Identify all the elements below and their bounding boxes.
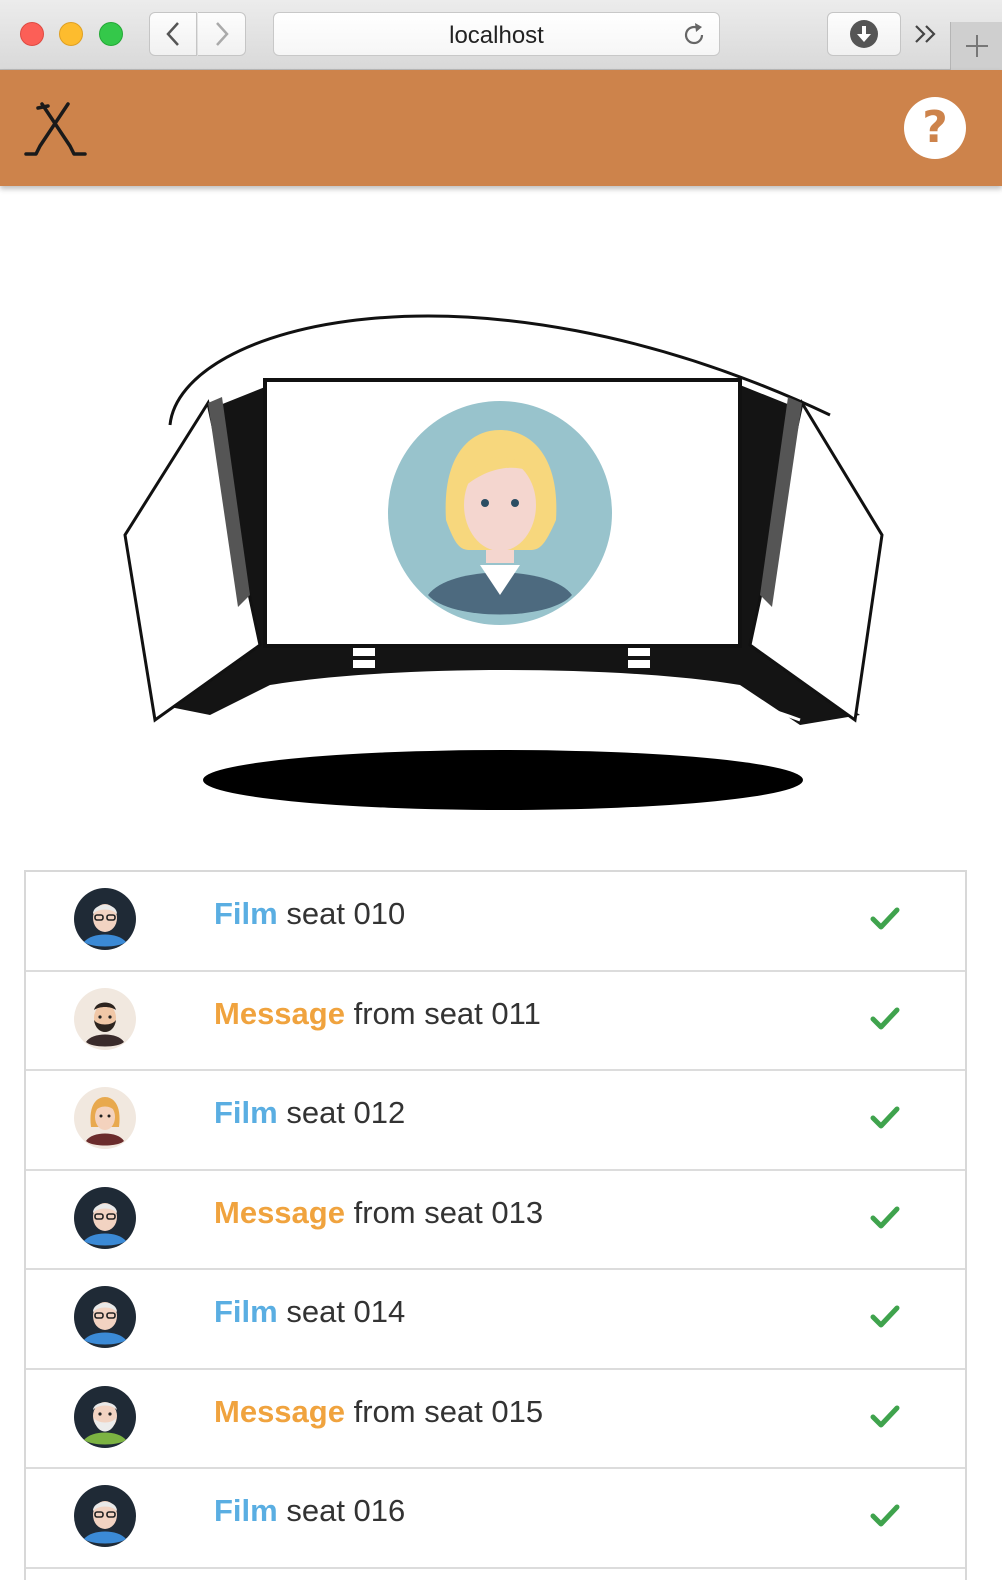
- jumbotron-illustration: [123, 314, 884, 810]
- bearded-older-man-avatar-icon: [74, 1385, 136, 1448]
- minimize-window-button[interactable]: [59, 22, 83, 46]
- list-item[interactable]: Film seat 016: [26, 1469, 965, 1569]
- checkmark-icon: [870, 907, 900, 930]
- download-icon: [850, 20, 878, 48]
- row-seat-text: from seat 011: [344, 995, 541, 1031]
- older-man-glasses-avatar-icon: [74, 888, 136, 950]
- row-label: Film seat 016: [214, 1493, 405, 1529]
- older-man-glasses-avatar-icon: [74, 1186, 136, 1249]
- checkmark-icon: [870, 1007, 900, 1029]
- url-text: localhost: [449, 22, 544, 49]
- row-kind-label: Film: [214, 1294, 278, 1329]
- chevron-left-icon: [166, 22, 179, 46]
- row-kind-label: Film: [214, 1493, 278, 1528]
- checkmark-icon: [870, 1405, 900, 1427]
- row-seat-text: seat 012: [277, 1095, 406, 1130]
- checkmark-icon: [870, 1305, 900, 1328]
- row-kind-label: Film: [214, 1095, 278, 1130]
- list-item[interactable]: Film seat 014: [26, 1270, 965, 1370]
- list-item[interactable]: Message from seat 013: [26, 1171, 965, 1270]
- row-kind-label: Message: [214, 1194, 345, 1230]
- row-label: Film seat 010: [214, 896, 405, 932]
- row-label: Message from seat 011: [214, 996, 541, 1032]
- forward-button[interactable]: [198, 12, 246, 56]
- row-label: Film seat 014: [214, 1294, 405, 1330]
- row-label: Message from seat 015: [214, 1394, 543, 1430]
- new-tab-button[interactable]: [950, 22, 1002, 70]
- help-button[interactable]: ?: [904, 97, 966, 159]
- close-window-button[interactable]: [20, 22, 44, 46]
- row-seat-text: from seat 013: [344, 1194, 544, 1230]
- zoom-window-button[interactable]: [99, 22, 123, 46]
- list-item[interactable]: Film seat 012: [26, 1071, 965, 1171]
- older-man-glasses-avatar-icon: [74, 1485, 136, 1547]
- seat-request-list: Film seat 010 Message from seat 011 Film…: [24, 870, 967, 1580]
- checkmark-icon: [870, 1206, 900, 1228]
- row-seat-text: seat 014: [277, 1294, 406, 1329]
- row-label: Message from seat 013: [214, 1195, 543, 1231]
- older-man-glasses-avatar-icon: [74, 1286, 136, 1348]
- row-label: Film seat 012: [214, 1095, 405, 1131]
- row-seat-text: from seat 015: [344, 1393, 544, 1429]
- chevron-right-icon: [215, 22, 229, 46]
- back-button[interactable]: [149, 12, 197, 56]
- plus-icon: [965, 35, 988, 57]
- bearded-man-avatar-icon: [74, 987, 136, 1050]
- row-kind-label: Message: [214, 1393, 345, 1429]
- checkmark-icon: [870, 1106, 900, 1129]
- woman-avatar-icon: [74, 1087, 136, 1149]
- app-header: ?: [0, 70, 1002, 186]
- row-kind-label: Message: [214, 995, 345, 1031]
- question-mark-icon: ?: [922, 102, 948, 153]
- browser-toolbar: localhost: [0, 0, 1002, 70]
- reload-icon[interactable]: [681, 22, 707, 48]
- row-seat-text: seat 016: [277, 1493, 406, 1528]
- woman-avatar-icon: [388, 401, 612, 625]
- list-item[interactable]: Message from seat 011: [26, 972, 965, 1071]
- row-seat-text: seat 010: [277, 896, 406, 931]
- crossed-hockey-sticks-icon[interactable]: [24, 100, 88, 160]
- row-kind-label: Film: [214, 896, 278, 931]
- address-bar[interactable]: localhost: [273, 12, 720, 56]
- list-item[interactable]: Film seat 010: [26, 872, 965, 972]
- overflow-chevrons-icon[interactable]: [912, 20, 940, 48]
- checkmark-icon: [870, 1504, 900, 1527]
- downloads-button[interactable]: [827, 12, 901, 56]
- list-item[interactable]: Message from seat 015: [26, 1370, 965, 1469]
